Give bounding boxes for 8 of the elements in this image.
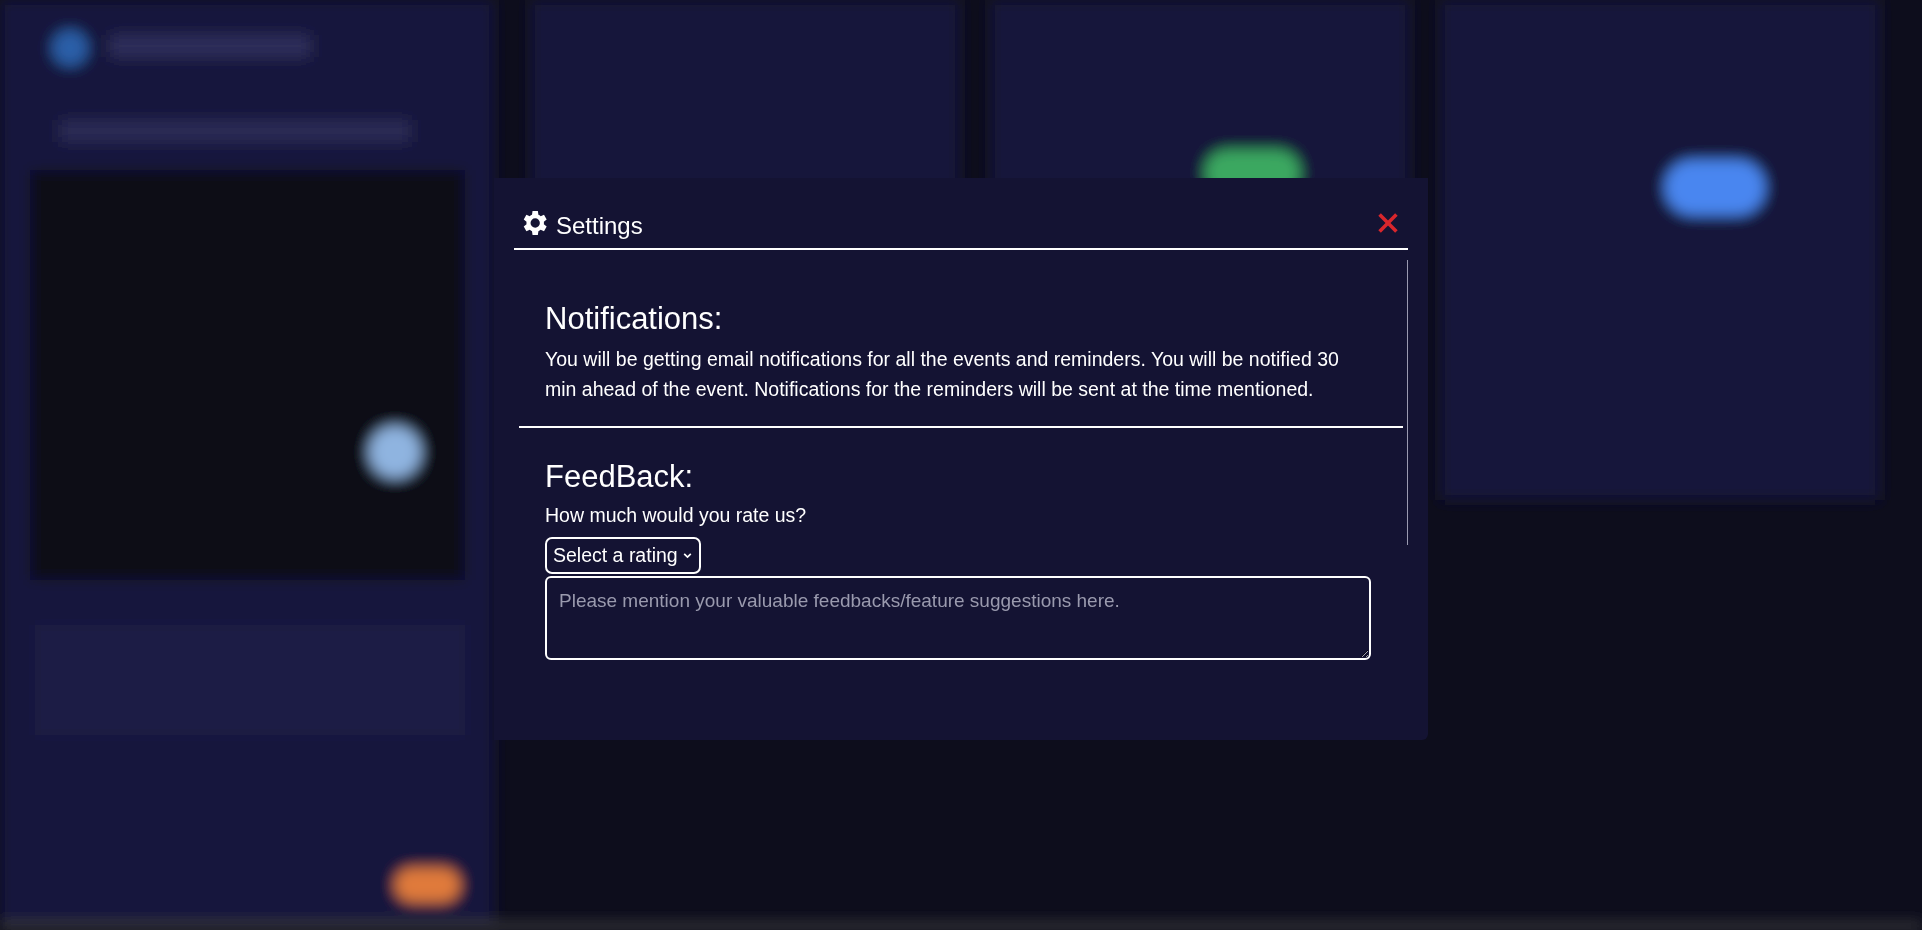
notifications-text: You will be getting email notifications for all the events and reminders. You will be notified 30 min ahead of the event. Notifications for the reminders will be sent at the time mentioned.	[545, 347, 1340, 402]
rating-dropdown[interactable]: Select a rating	[545, 537, 701, 574]
section-heading: FeedBack:	[545, 458, 695, 496]
dialog-title: Settings	[556, 212, 643, 240]
rating-question: How much would you rate us?	[545, 504, 808, 527]
close-icon[interactable]	[1376, 211, 1400, 235]
feedback-field[interactable]: Please mention your valuable feedbacks/feature suggestions here.	[545, 576, 1371, 660]
section-heading: Notifications:	[545, 300, 724, 338]
